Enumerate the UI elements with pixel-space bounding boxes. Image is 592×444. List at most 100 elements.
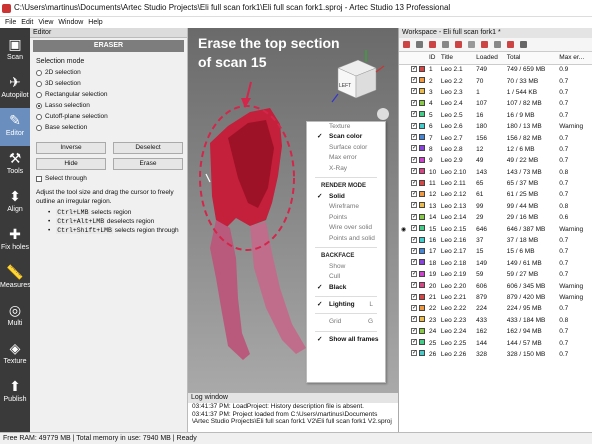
row-checkbox[interactable] [411, 247, 417, 254]
scan-row[interactable]: 22Leo 2.22 224 224 / 95 MB 0.7 [399, 303, 592, 314]
row-checkbox[interactable] [411, 99, 417, 106]
mode-radio-base-selection[interactable]: Base selection [36, 123, 187, 132]
tool-editor[interactable]: ✎ Editor [0, 108, 30, 146]
scan-color-swatch[interactable] [419, 168, 425, 175]
scan-row[interactable]: 9 Leo 2.9 49 49 / 22 MB 0.7 [399, 155, 592, 166]
select-cell[interactable] [409, 110, 427, 121]
import-icon[interactable] [481, 41, 488, 48]
select-cell[interactable] [409, 87, 427, 98]
column-header[interactable]: Loaded [474, 52, 505, 65]
erase-button[interactable]: Erase [113, 158, 183, 170]
row-checkbox[interactable] [411, 110, 417, 118]
menu-item-max-error[interactable]: Max error [307, 153, 385, 163]
select-cell[interactable] [409, 121, 427, 132]
view-settings-icon[interactable] [377, 108, 389, 120]
scan-row[interactable]: 7 Leo 2.7 156 156 / 82 MB 0.7 [399, 132, 592, 143]
row-checkbox[interactable] [411, 167, 417, 175]
row-checkbox[interactable] [411, 144, 417, 152]
scan-color-swatch[interactable] [419, 122, 425, 129]
mode-radio-lasso-selection[interactable]: Lasso selection [36, 101, 187, 110]
radio-dot[interactable] [36, 102, 42, 109]
scan-row[interactable]: 12Leo 2.12 61 61 / 25 MB 0.7 [399, 189, 592, 200]
scan-color-swatch[interactable] [419, 88, 425, 95]
menu-item-wire-over-solid[interactable]: Wire over solid [307, 223, 385, 233]
scan-color-swatch[interactable] [419, 179, 425, 186]
menu-item-points[interactable]: Points [307, 213, 385, 223]
scan-row[interactable]: 11 Leo 2.11 65 65 / 37 MB 0.7 [399, 178, 592, 189]
scan-row[interactable]: 18Leo 2.18 149 149 / 61 MB 0.7 [399, 258, 592, 269]
select-cell[interactable] [409, 337, 427, 348]
eye-icon[interactable]: ◉ [401, 227, 406, 233]
select-cell[interactable] [409, 132, 427, 143]
scan-row[interactable]: 1 Leo 2.1 749 749 / 659 MB 0.9 [399, 64, 592, 75]
select-cell[interactable] [409, 155, 427, 166]
row-checkbox[interactable] [411, 258, 417, 266]
row-checkbox[interactable] [411, 179, 417, 186]
scan-color-swatch[interactable] [419, 156, 425, 163]
visibility-cell[interactable] [399, 246, 409, 257]
tool-texture[interactable]: ◈ Texture [0, 336, 30, 374]
tool-autopilot[interactable]: ✈ Autopilot [0, 70, 30, 108]
menu-help[interactable]: Help [88, 17, 102, 28]
row-checkbox[interactable] [411, 270, 417, 277]
row-checkbox[interactable] [411, 213, 417, 220]
visibility-cell[interactable] [399, 292, 409, 303]
menu-item-scan-color[interactable]: Scan color [307, 132, 385, 143]
menu-item-surface-color[interactable]: Surface color [307, 143, 385, 153]
visibility-cell[interactable] [399, 132, 409, 143]
row-checkbox[interactable] [411, 156, 417, 163]
menu-edit[interactable]: Edit [21, 17, 33, 28]
scan-row[interactable]: 2 Leo 2.2 70 70 / 33 MB 0.7 [399, 75, 592, 86]
column-header[interactable]: ID [427, 52, 439, 65]
select-cell[interactable] [409, 75, 427, 86]
scan-color-swatch[interactable] [419, 293, 425, 300]
visibility-cell[interactable] [399, 110, 409, 121]
visibility-cell[interactable] [399, 64, 409, 75]
select-cell[interactable] [409, 292, 427, 303]
scan-row[interactable]: 6 Leo 2.6 180 180 / 13 MB Warning [399, 121, 592, 132]
select-cell[interactable] [409, 280, 427, 291]
mode-radio-2d-selection[interactable]: 2D selection [36, 68, 187, 77]
select-cell[interactable] [409, 167, 427, 178]
visibility-cell[interactable] [399, 189, 409, 200]
menu-item-show-all-frames[interactable]: Show all frames [307, 335, 385, 346]
visibility-cell[interactable] [399, 144, 409, 155]
scan-row[interactable]: 21Leo 2.21 879 879 / 420 MB Warning [399, 292, 592, 303]
scan-row[interactable]: 20Leo 2.20 606 606 / 345 MB Warning [399, 280, 592, 291]
select-cell[interactable] [409, 269, 427, 280]
tool-tools[interactable]: ⚒ Tools [0, 146, 30, 184]
row-checkbox[interactable] [411, 87, 417, 95]
visibility-cell[interactable] [399, 280, 409, 291]
visibility-cell[interactable] [399, 167, 409, 178]
rename-icon[interactable] [455, 41, 462, 48]
select-cell[interactable] [409, 144, 427, 155]
row-checkbox[interactable] [411, 224, 417, 232]
scan-row[interactable]: 16Leo 2.16 37 37 / 18 MB 0.7 [399, 235, 592, 246]
select-cell[interactable] [409, 64, 427, 75]
select-cell[interactable] [409, 178, 427, 189]
tool-fix-holes[interactable]: ✚ Fix holes [0, 222, 30, 260]
column-header[interactable]: Total [504, 52, 558, 65]
menu-item-solid[interactable]: Solid [307, 192, 385, 203]
row-checkbox[interactable] [411, 293, 417, 300]
scan-color-swatch[interactable] [419, 339, 425, 346]
visibility-cell[interactable] [399, 155, 409, 166]
filter-icon[interactable] [468, 41, 475, 48]
scan-color-swatch[interactable] [419, 65, 425, 72]
gear-icon[interactable] [520, 41, 527, 48]
select-cell[interactable] [409, 246, 427, 257]
record-icon[interactable] [429, 41, 436, 48]
visibility-cell[interactable] [399, 303, 409, 314]
select-cell[interactable] [409, 235, 427, 246]
visibility-cell[interactable] [399, 212, 409, 223]
scan-row[interactable]: 13Leo 2.13 99 99 / 44 MB 0.8 [399, 201, 592, 212]
save-icon[interactable] [416, 41, 423, 48]
row-checkbox[interactable] [411, 315, 417, 323]
row-checkbox[interactable] [411, 338, 417, 346]
menu-item-grid[interactable]: Grid G [307, 317, 385, 327]
copy-icon[interactable] [442, 41, 449, 48]
scan-row[interactable]: ◉ 15Leo 2.15 646 646 / 387 MB Warning [399, 223, 592, 234]
scan-color-swatch[interactable] [419, 99, 425, 106]
row-checkbox[interactable] [411, 349, 417, 357]
visibility-cell[interactable] [399, 235, 409, 246]
